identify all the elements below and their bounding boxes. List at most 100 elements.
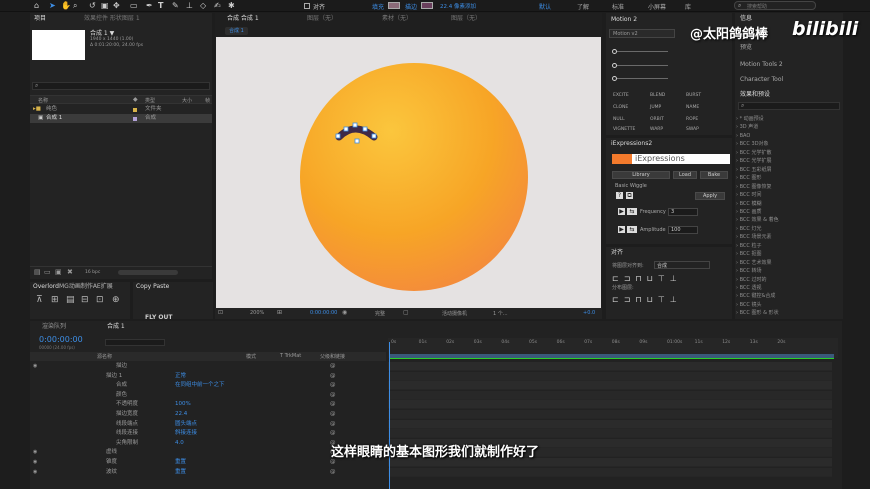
timeline-layer-row[interactable]: 线段端点 圆头端点 @ — [30, 420, 386, 429]
overlord-push-icon[interactable]: ⊼ — [36, 295, 43, 305]
workspace-standard[interactable]: 标准 — [612, 2, 624, 11]
selection-tool-icon[interactable]: ➤ — [49, 2, 57, 10]
col-trkmat[interactable]: T TrkMat — [280, 353, 301, 359]
timeline-timecode[interactable]: 0:00:00:00 — [39, 335, 83, 344]
effect-category[interactable]: › BCC 图形 & 形状 — [736, 309, 779, 318]
effect-category[interactable]: › BCC 抠图 — [736, 250, 762, 259]
motion-btn[interactable]: BURST — [686, 93, 701, 98]
apply-button[interactable]: Apply — [695, 192, 725, 200]
motion-btn[interactable]: NULL — [613, 117, 625, 122]
expression-pickwhip-icon[interactable]: @ — [330, 372, 336, 381]
align-checkbox[interactable] — [304, 3, 310, 9]
comp-breadcrumb[interactable]: 合成 1 — [225, 27, 248, 35]
motion-btn[interactable]: VIGNETTE — [613, 127, 635, 132]
project-tab[interactable]: 项目 — [34, 14, 46, 24]
timeline-track[interactable] — [388, 410, 832, 419]
frequency-input[interactable]: 3 — [668, 208, 698, 216]
effect-category[interactable]: › BCC 图形 — [736, 174, 762, 183]
playhead[interactable] — [389, 342, 390, 489]
motion-btn[interactable]: NAME — [686, 105, 699, 110]
effect-category[interactable]: › BCC 时间 — [736, 191, 762, 200]
hand-tool-icon[interactable]: ✋ — [61, 2, 71, 10]
col-size[interactable]: 大小 — [182, 97, 192, 104]
iexp-tab[interactable]: iExpressions2 — [611, 139, 652, 149]
overlord-tab2[interactable]: MG动画制作AE扩展 — [59, 282, 113, 292]
timeline-track[interactable] — [388, 371, 832, 381]
motion2-tab[interactable]: Motion 2 — [611, 15, 637, 25]
timeline-track[interactable] — [388, 362, 832, 371]
timeline-layer-row[interactable]: 描边 1 正常 @ — [30, 372, 386, 381]
roto-tool-icon[interactable]: ✍ — [214, 2, 222, 10]
align-to-dropdown[interactable]: 合成 — [654, 261, 710, 269]
brush-tool-icon[interactable]: ✎ — [172, 2, 180, 10]
overlord-tab[interactable]: Overlord — [33, 282, 59, 292]
rectangle-tool-icon[interactable]: ▭ — [130, 2, 138, 10]
help-icon[interactable]: ? — [616, 192, 623, 199]
project-item[interactable]: ▸■ 纯色 文件夹 — [30, 105, 212, 114]
zoom-dropdown[interactable]: 200% — [250, 310, 264, 316]
slider-knob[interactable] — [612, 49, 617, 54]
search-help-input[interactable]: ⌕ 搜索帮助 — [734, 1, 816, 10]
effect-category[interactable]: › BCC 五彩纸屑 — [736, 166, 772, 175]
slider-knob[interactable] — [612, 63, 617, 68]
visibility-eye-icon[interactable]: ◉ — [33, 468, 37, 477]
puppet-tool-icon[interactable]: ✱ — [228, 2, 236, 10]
timeline-track[interactable] — [388, 390, 832, 400]
motion-version-dropdown[interactable]: Motion v2 — [609, 29, 675, 38]
pen-tool-icon[interactable]: ✒ — [146, 2, 154, 10]
overlord-pull-icon[interactable]: ⊞ — [51, 295, 59, 305]
motion-slider-3[interactable] — [614, 78, 668, 79]
expression-pickwhip-icon[interactable]: @ — [330, 391, 336, 400]
roi-icon[interactable]: ▢ — [403, 309, 409, 316]
expression-pickwhip-icon[interactable]: @ — [330, 468, 336, 477]
effect-category[interactable]: › BCC 透视 — [736, 284, 762, 293]
timeline-search[interactable] — [105, 339, 165, 346]
effect-category[interactable]: › 3D 声道 — [736, 123, 758, 132]
timeline-layer-row[interactable]: ◉ 描边 @ — [30, 362, 386, 371]
preview-tab[interactable]: 预览 — [740, 43, 752, 53]
effects-title[interactable]: 效果和预设 — [740, 90, 770, 100]
effect-category[interactable]: › BCC 效果 & 着色 — [736, 216, 779, 225]
copy-paste-tab[interactable]: Copy Paste — [136, 282, 169, 292]
iexp-tab-bake[interactable]: Bake — [700, 171, 728, 179]
amplitude-input[interactable]: 100 — [668, 226, 698, 234]
effect-controls-tab[interactable]: 效果控件 形状图层 1 — [84, 14, 140, 24]
timeline-layer-row[interactable]: 描边宽度 22.4 @ — [30, 410, 386, 419]
motion-btn[interactable]: CLONE — [613, 105, 628, 110]
new-comp-icon[interactable]: ▣ — [55, 268, 62, 276]
col-mode[interactable]: 模式 — [246, 353, 256, 360]
zoom-tool-icon[interactable]: ⌕ — [73, 2, 81, 10]
graph-tab[interactable]: 图层（无） — [451, 14, 481, 24]
keyframe-icon[interactable]: ⇆ — [627, 226, 637, 233]
property-value[interactable]: 在同组中前一个之下 — [175, 381, 225, 390]
project-search-input[interactable]: ⌕ — [32, 82, 210, 90]
align-buttons[interactable]: ⊏⊐⊓⊔⊤⊥ — [612, 274, 682, 283]
timeline-track[interactable] — [388, 381, 832, 391]
effect-category[interactable]: › BCC 灯光 — [736, 225, 762, 234]
property-value[interactable]: 100% — [175, 400, 191, 409]
footage-tab[interactable]: 素材（无） — [382, 14, 412, 24]
iexp-tab-load[interactable]: Load — [673, 171, 697, 179]
timeline-track[interactable] — [388, 429, 832, 439]
bpc-label[interactable]: 16 bpc — [85, 270, 100, 275]
expression-pickwhip-icon[interactable]: @ — [330, 429, 336, 438]
camera-tool-icon[interactable]: ▣ — [101, 2, 109, 10]
timeline-track[interactable] — [388, 400, 832, 410]
property-value[interactable]: 正常 — [175, 372, 186, 381]
interpret-icon[interactable]: ▤ — [34, 268, 41, 276]
effect-category[interactable]: › BCC 场景元素 — [736, 233, 772, 242]
iexp-tab-library[interactable]: Library — [612, 171, 670, 179]
new-folder-icon[interactable]: ▭ — [44, 268, 51, 276]
property-value[interactable]: 22.4 — [175, 410, 187, 419]
slider-knob[interactable] — [612, 76, 617, 81]
home-icon[interactable]: ⌂ — [34, 2, 42, 10]
effect-category[interactable]: › BCC 3D对象 — [736, 140, 769, 149]
workspace-default[interactable]: 默认 — [539, 2, 551, 11]
motion-btn[interactable]: ROPE — [686, 117, 698, 122]
project-scrollbar[interactable] — [118, 270, 178, 275]
timeline-layer-row[interactable]: 线段连接 斜接连接 @ — [30, 429, 386, 438]
overlord-layers-icon[interactable]: ▤ — [66, 295, 75, 305]
timeline-track[interactable] — [388, 467, 832, 477]
pan-tool-icon[interactable]: ✥ — [113, 2, 121, 10]
play-icon[interactable]: ▶ — [618, 226, 625, 233]
